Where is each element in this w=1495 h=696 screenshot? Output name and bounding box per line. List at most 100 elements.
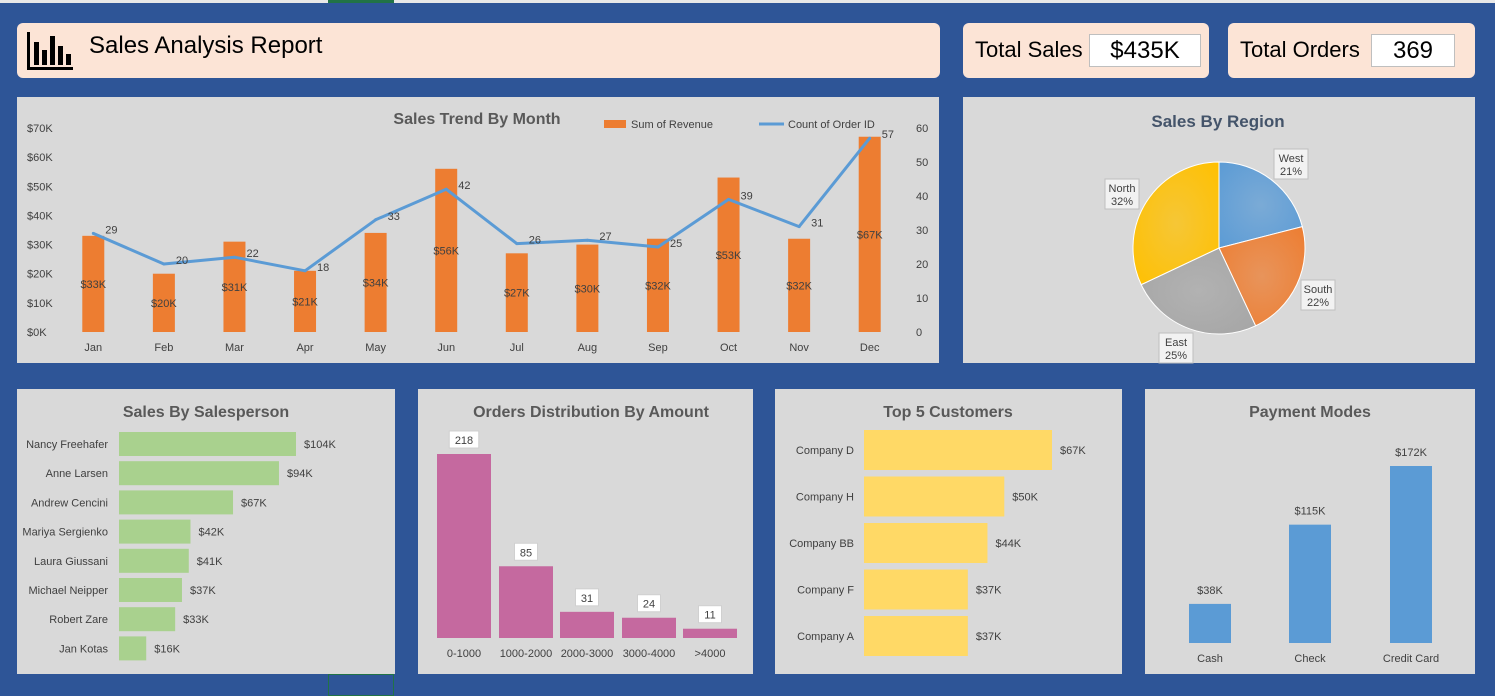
trend-revenue-label: $21K [292,296,318,308]
distribution-value-label: 24 [643,599,655,611]
salesperson-name: Nancy Freehafer [26,439,108,451]
trend-y-tick: $40K [27,210,53,222]
salesperson-chart-title: Sales By Salesperson [123,404,289,421]
distribution-value-label: 218 [455,435,473,447]
trend-x-tick: Feb [154,342,173,354]
salesperson-value: $37K [190,585,216,597]
trend-y2-tick: 10 [916,293,928,305]
trend-revenue-label: $32K [786,280,812,292]
region-chart-title: Sales By Region [1151,112,1284,131]
trend-revenue-label: $56K [433,245,459,257]
trend-orders-label: 42 [458,180,470,192]
salesperson-name: Robert Zare [49,614,108,626]
salesperson-bar [119,461,279,486]
distribution-x-tick: >4000 [695,648,726,660]
salesperson-value: $16K [154,643,180,655]
trend-orders-point [232,255,236,259]
trend-revenue-label: $33K [80,279,106,291]
trend-y2-tick: 40 [916,191,928,203]
salesperson-name: Andrew Cencini [31,497,108,509]
trend-orders-label: 22 [246,248,258,260]
customer-value: $50K [1012,492,1038,504]
trend-orders-label: 18 [317,262,329,274]
trend-y-tick: $30K [27,240,53,252]
region-slice-value: 21% [1280,166,1302,178]
payment-x-tick: Check [1294,653,1326,665]
customer-value: $37K [976,585,1002,597]
salesperson-bar [119,578,182,602]
trend-orders-point [162,262,166,266]
trend-orders-label: 26 [529,235,541,247]
customer-name: Company D [796,445,854,457]
trend-orders-label: 25 [670,238,682,250]
trend-orders-label: 29 [105,224,117,236]
trend-y-tick: $50K [27,181,53,193]
salesperson-bar [119,432,296,456]
trend-y2-tick: 30 [916,225,928,237]
trend-orders-point [797,225,801,229]
payment-x-tick: Credit Card [1383,653,1439,665]
customer-value: $67K [1060,445,1086,457]
distribution-bar [683,628,737,638]
salesperson-bar [119,490,234,515]
distribution-value-label: 31 [581,593,593,605]
trend-y2-tick: 50 [916,157,928,169]
salesperson-value: $41K [197,556,223,568]
salesperson-value: $42K [198,527,224,539]
distribution-bar [437,454,491,638]
trend-revenue-label: $67K [857,229,883,241]
customer-name: Company F [797,585,854,597]
trend-orders-label: 20 [176,255,188,267]
trend-revenue-label: $32K [645,280,671,292]
customer-bar [864,616,968,656]
payment-value-label: $115K [1295,506,1327,518]
customer-value: $37K [976,631,1002,643]
distribution-x-tick: 0-1000 [447,648,481,660]
trend-x-tick: Nov [789,342,809,354]
trend-y2-tick: 60 [916,123,928,135]
trend-orders-point [585,238,589,242]
trend-revenue-label: $53K [716,250,742,262]
trend-orders-label: 33 [388,211,400,223]
distribution-bar [499,566,553,638]
payment-value-label: $38K [1197,585,1223,597]
region-slice-name: West [1279,153,1304,165]
trend-orders-point [656,245,660,249]
customer-bar [864,523,988,563]
trend-orders-point [374,218,378,222]
trend-y2-tick: 0 [916,327,922,339]
trend-x-tick: Sep [648,342,668,354]
payment-x-tick: Cash [1197,653,1223,665]
salesperson-bar [119,607,176,632]
distribution-chart-title: Orders Distribution By Amount [473,404,710,421]
region-slice-value: 25% [1165,350,1187,362]
region-slice-name: North [1109,183,1136,195]
customer-name: Company A [797,631,855,643]
customer-bar [864,430,1052,470]
trend-orders-point [444,187,448,191]
trend-orders-point [868,136,872,140]
trend-y-tick: $20K [27,269,53,281]
trend-y-tick: $60K [27,152,53,164]
distribution-x-tick: 2000-3000 [561,648,614,660]
trend-orders-point [91,231,95,235]
customer-bar [864,569,968,610]
distribution-bar [622,617,676,638]
trend-revenue-label: $34K [363,277,389,289]
payment-bar [1189,603,1231,643]
trend-x-tick: Aug [578,342,598,354]
trend-y-tick: $10K [27,298,53,310]
trend-orders-line [92,137,871,273]
trend-legend-orders-label: Count of Order ID [788,119,875,131]
trend-x-tick: Jul [510,342,524,354]
trend-x-tick: Jan [84,342,102,354]
salesperson-bar [119,519,191,544]
trend-orders-label: 57 [882,129,894,141]
trend-revenue-label: $27K [504,288,530,300]
salesperson-bar [119,636,147,661]
distribution-value-label: 11 [704,610,715,622]
trend-y-tick: $70K [27,123,53,135]
distribution-x-tick: 3000-4000 [623,648,676,660]
trend-revenue-label: $30K [575,283,601,295]
trend-x-tick: Dec [860,342,880,354]
